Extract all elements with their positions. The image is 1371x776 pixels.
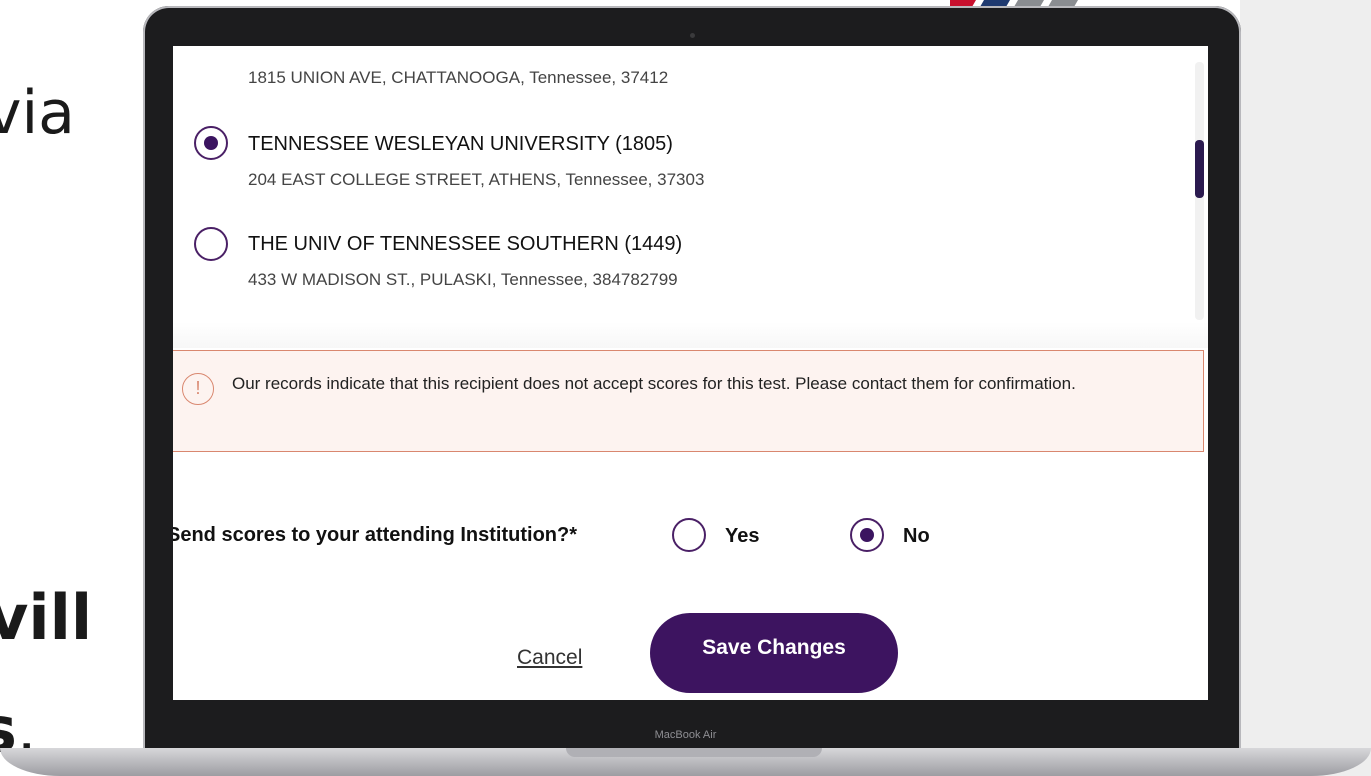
attending-no-radio[interactable] xyxy=(850,518,884,552)
attending-no-label[interactable]: No xyxy=(903,525,930,548)
alert-message: Our records indicate that this recipient… xyxy=(232,374,1076,393)
institution-address-0: 1815 UNION AVE, CHATTANOOGA, Tennessee, … xyxy=(248,68,669,87)
institution-address-1: 204 EAST COLLEGE STREET, ATHENS, Tenness… xyxy=(248,170,705,189)
screen-bottom-bezel xyxy=(173,700,1208,722)
institution-radio-1[interactable] xyxy=(194,126,228,160)
acceptance-warning-alert: ! Our records indicate that this recipie… xyxy=(173,350,1204,452)
institution-list[interactable]: 1815 UNION AVE, CHATTANOOGA, Tennessee, … xyxy=(173,46,1208,322)
slide-text-fragment-top: via xyxy=(0,78,75,148)
attending-yes-radio[interactable] xyxy=(672,518,706,552)
attending-institution-question: Send scores to your attending Institutio… xyxy=(173,524,578,546)
laptop-screen: 1815 UNION AVE, CHATTANOOGA, Tennessee, … xyxy=(173,46,1208,700)
list-fade xyxy=(173,322,1208,348)
slide-text-fragment-mid: vill xyxy=(0,581,93,654)
attending-yes-label[interactable]: Yes xyxy=(725,525,759,548)
cancel-link[interactable]: Cancel xyxy=(517,646,582,670)
laptop-base-notch xyxy=(566,748,822,757)
institution-address-2: 433 W MADISON ST., PULASKI, Tennessee, 3… xyxy=(248,270,678,289)
institution-radio-2[interactable] xyxy=(194,227,228,261)
institution-name-2[interactable]: THE UNIV OF TENNESSEE SOUTHERN (1449) xyxy=(248,233,682,256)
camera-icon xyxy=(690,33,695,38)
list-scrollbar-thumb[interactable] xyxy=(1195,140,1204,198)
institution-name-1[interactable]: TENNESSEE WESLEYAN UNIVERSITY (1805) xyxy=(248,133,673,156)
save-changes-button[interactable]: Save Changes xyxy=(650,613,898,693)
device-label: MacBook Air xyxy=(654,729,717,741)
exclamation-circle-icon: ! xyxy=(182,373,214,405)
slide-background xyxy=(1240,0,1371,776)
